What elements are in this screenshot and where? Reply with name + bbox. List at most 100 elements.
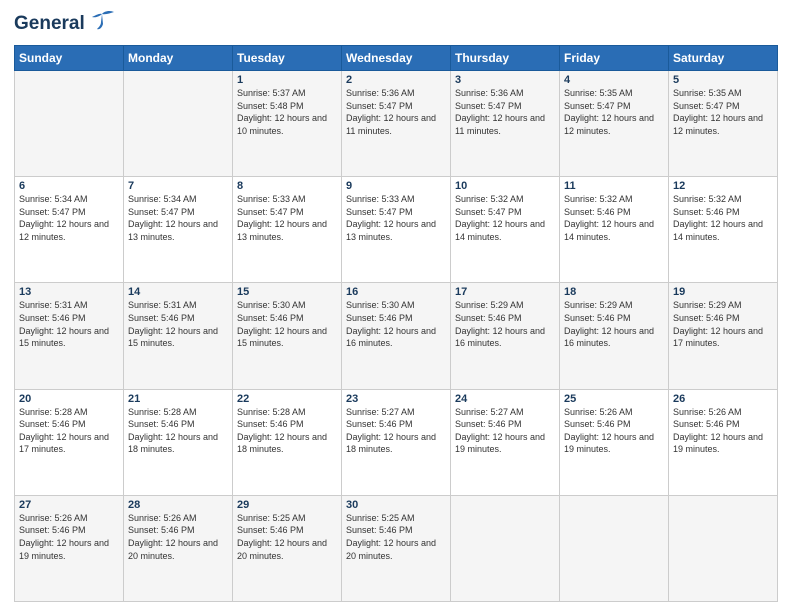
day-info: Sunrise: 5:32 AMSunset: 5:46 PMDaylight:… (564, 193, 664, 243)
day-number: 22 (237, 393, 337, 405)
day-number: 14 (128, 286, 228, 298)
calendar-cell (669, 495, 778, 601)
calendar-cell: 29Sunrise: 5:25 AMSunset: 5:46 PMDayligh… (233, 495, 342, 601)
calendar-cell: 15Sunrise: 5:30 AMSunset: 5:46 PMDayligh… (233, 283, 342, 389)
day-number: 27 (19, 499, 119, 511)
day-number: 18 (564, 286, 664, 298)
calendar-cell (124, 71, 233, 177)
calendar-week-row: 6Sunrise: 5:34 AMSunset: 5:47 PMDaylight… (15, 177, 778, 283)
day-info: Sunrise: 5:30 AMSunset: 5:46 PMDaylight:… (346, 299, 446, 349)
day-info: Sunrise: 5:34 AMSunset: 5:47 PMDaylight:… (19, 193, 119, 243)
calendar-cell (560, 495, 669, 601)
day-number: 5 (673, 74, 773, 86)
day-info: Sunrise: 5:33 AMSunset: 5:47 PMDaylight:… (346, 193, 446, 243)
day-info: Sunrise: 5:26 AMSunset: 5:46 PMDaylight:… (673, 406, 773, 456)
day-number: 6 (19, 180, 119, 192)
day-info: Sunrise: 5:29 AMSunset: 5:46 PMDaylight:… (455, 299, 555, 349)
day-info: Sunrise: 5:26 AMSunset: 5:46 PMDaylight:… (128, 512, 228, 562)
day-number: 10 (455, 180, 555, 192)
calendar-header-row: SundayMondayTuesdayWednesdayThursdayFrid… (15, 46, 778, 71)
calendar-cell: 3Sunrise: 5:36 AMSunset: 5:47 PMDaylight… (451, 71, 560, 177)
calendar-cell (451, 495, 560, 601)
calendar-cell: 18Sunrise: 5:29 AMSunset: 5:46 PMDayligh… (560, 283, 669, 389)
calendar-cell: 30Sunrise: 5:25 AMSunset: 5:46 PMDayligh… (342, 495, 451, 601)
calendar-week-row: 1Sunrise: 5:37 AMSunset: 5:48 PMDaylight… (15, 71, 778, 177)
calendar-cell (15, 71, 124, 177)
day-info: Sunrise: 5:27 AMSunset: 5:46 PMDaylight:… (346, 406, 446, 456)
day-info: Sunrise: 5:26 AMSunset: 5:46 PMDaylight:… (564, 406, 664, 456)
day-number: 19 (673, 286, 773, 298)
day-number: 1 (237, 74, 337, 86)
day-number: 30 (346, 499, 446, 511)
day-number: 29 (237, 499, 337, 511)
day-info: Sunrise: 5:36 AMSunset: 5:47 PMDaylight:… (455, 87, 555, 137)
page: General SundayMondayTuesdayWednesdayT (0, 0, 792, 612)
calendar-cell: 1Sunrise: 5:37 AMSunset: 5:48 PMDaylight… (233, 71, 342, 177)
col-header-tuesday: Tuesday (233, 46, 342, 71)
col-header-sunday: Sunday (15, 46, 124, 71)
day-info: Sunrise: 5:36 AMSunset: 5:47 PMDaylight:… (346, 87, 446, 137)
day-number: 11 (564, 180, 664, 192)
calendar-week-row: 13Sunrise: 5:31 AMSunset: 5:46 PMDayligh… (15, 283, 778, 389)
col-header-thursday: Thursday (451, 46, 560, 71)
col-header-wednesday: Wednesday (342, 46, 451, 71)
day-number: 17 (455, 286, 555, 298)
calendar-cell: 24Sunrise: 5:27 AMSunset: 5:46 PMDayligh… (451, 389, 560, 495)
day-number: 28 (128, 499, 228, 511)
day-info: Sunrise: 5:29 AMSunset: 5:46 PMDaylight:… (673, 299, 773, 349)
day-number: 15 (237, 286, 337, 298)
day-number: 3 (455, 74, 555, 86)
calendar-cell: 19Sunrise: 5:29 AMSunset: 5:46 PMDayligh… (669, 283, 778, 389)
day-info: Sunrise: 5:33 AMSunset: 5:47 PMDaylight:… (237, 193, 337, 243)
day-info: Sunrise: 5:32 AMSunset: 5:46 PMDaylight:… (673, 193, 773, 243)
day-number: 8 (237, 180, 337, 192)
calendar-week-row: 27 Sunrise: 5:26 AMSunset: 5:46 PMDayligh… (15, 495, 778, 601)
day-number: 16 (346, 286, 446, 298)
col-header-friday: Friday (560, 46, 669, 71)
day-info: Sunrise: 5:37 AMSunset: 5:48 PMDaylight:… (237, 87, 337, 137)
calendar-cell: 27Sunrise: 5:26 AMSunset: 5:46 PMDayligh… (15, 495, 124, 601)
calendar-cell: 13Sunrise: 5:31 AMSunset: 5:46 PMDayligh… (15, 283, 124, 389)
day-number: 23 (346, 393, 446, 405)
header: General (14, 10, 778, 37)
day-info: Sunrise: 5:35 AMSunset: 5:47 PMDaylight:… (673, 87, 773, 137)
calendar-cell: 22Sunrise: 5:28 AMSunset: 5:46 PMDayligh… (233, 389, 342, 495)
calendar-cell: 20Sunrise: 5:28 AMSunset: 5:46 PMDayligh… (15, 389, 124, 495)
day-number: 13 (19, 286, 119, 298)
day-info: Sunrise: 5:29 AMSunset: 5:46 PMDaylight:… (564, 299, 664, 349)
day-info: Sunrise: 5:32 AMSunset: 5:47 PMDaylight:… (455, 193, 555, 243)
calendar-cell: 26Sunrise: 5:26 AMSunset: 5:46 PMDayligh… (669, 389, 778, 495)
day-number: 2 (346, 74, 446, 86)
calendar-table: SundayMondayTuesdayWednesdayThursdayFrid… (14, 45, 778, 602)
day-info: Sunrise: 5:28 AMSunset: 5:46 PMDaylight:… (128, 406, 228, 456)
col-header-saturday: Saturday (669, 46, 778, 71)
logo-general-text: General (14, 13, 85, 35)
calendar-cell: 7Sunrise: 5:34 AMSunset: 5:47 PMDaylight… (124, 177, 233, 283)
calendar-cell: 4Sunrise: 5:35 AMSunset: 5:47 PMDaylight… (560, 71, 669, 177)
calendar-cell: 8Sunrise: 5:33 AMSunset: 5:47 PMDaylight… (233, 177, 342, 283)
day-number: 4 (564, 74, 664, 86)
calendar-cell: 17Sunrise: 5:29 AMSunset: 5:46 PMDayligh… (451, 283, 560, 389)
calendar-cell: 14Sunrise: 5:31 AMSunset: 5:46 PMDayligh… (124, 283, 233, 389)
day-number: 9 (346, 180, 446, 192)
day-number: 26 (673, 393, 773, 405)
calendar-cell: 9Sunrise: 5:33 AMSunset: 5:47 PMDaylight… (342, 177, 451, 283)
day-info: Sunrise: 5:25 AMSunset: 5:46 PMDaylight:… (346, 512, 446, 562)
calendar-cell: 12Sunrise: 5:32 AMSunset: 5:46 PMDayligh… (669, 177, 778, 283)
day-info: Sunrise: 5:35 AMSunset: 5:47 PMDaylight:… (564, 87, 664, 137)
col-header-monday: Monday (124, 46, 233, 71)
day-info: Sunrise: 5:27 AMSunset: 5:46 PMDaylight:… (455, 406, 555, 456)
calendar-cell: 10Sunrise: 5:32 AMSunset: 5:47 PMDayligh… (451, 177, 560, 283)
day-number: 12 (673, 180, 773, 192)
day-info: Sunrise: 5:30 AMSunset: 5:46 PMDaylight:… (237, 299, 337, 349)
day-number: 20 (19, 393, 119, 405)
day-info: Sunrise: 5:28 AMSunset: 5:46 PMDaylight:… (237, 406, 337, 456)
calendar-cell: 11Sunrise: 5:32 AMSunset: 5:46 PMDayligh… (560, 177, 669, 283)
logo-area: General (14, 10, 116, 37)
calendar-cell: 23Sunrise: 5:27 AMSunset: 5:46 PMDayligh… (342, 389, 451, 495)
calendar-cell: 2Sunrise: 5:36 AMSunset: 5:47 PMDaylight… (342, 71, 451, 177)
day-number: 7 (128, 180, 228, 192)
calendar-cell: 21Sunrise: 5:28 AMSunset: 5:46 PMDayligh… (124, 389, 233, 495)
calendar-week-row: 20 Sunrise: 5:28 AMSunset: 5:46 PMDayligh… (15, 389, 778, 495)
day-info: Sunrise: 5:34 AMSunset: 5:47 PMDaylight:… (128, 193, 228, 243)
